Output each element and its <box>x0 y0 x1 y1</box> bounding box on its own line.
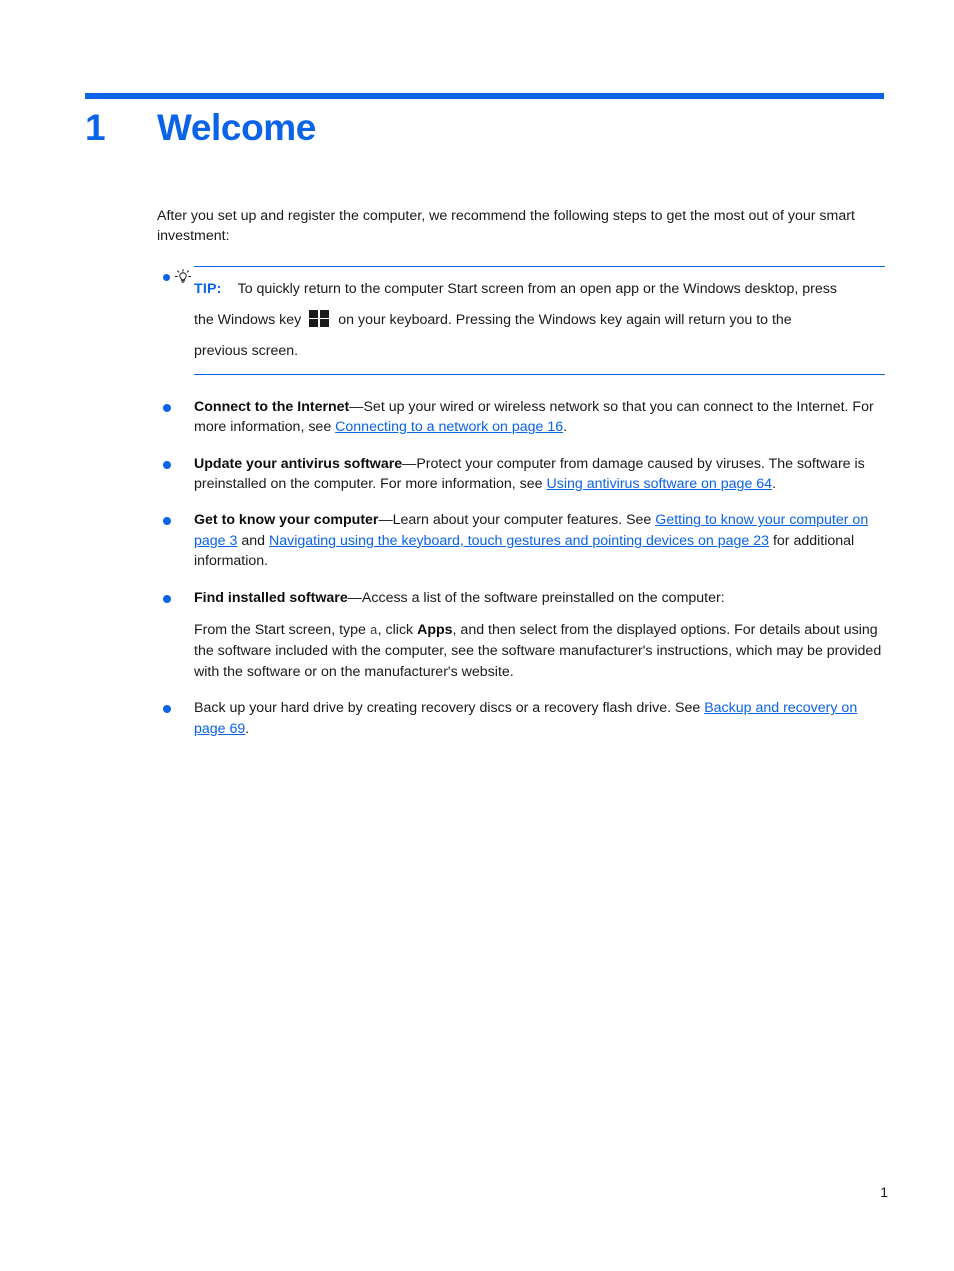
list-item-tail: . <box>245 720 250 737</box>
list-item-body: Back up your hard drive by creating reco… <box>194 700 705 717</box>
cross-reference-link[interactable]: Using antivirus software on page 64 <box>547 476 773 492</box>
list-item-lead: Get to know your computer <box>194 512 379 529</box>
list-item: Get to know your computer—Learn about yo… <box>157 510 887 571</box>
apps-emphasis: Apps <box>417 622 453 639</box>
cross-reference-link[interactable]: Connecting to a network on page 16 <box>335 419 563 435</box>
tip-note-body: TIP: To quickly return to the computer St… <box>194 265 885 375</box>
tip-text-2b: on your keyboard. Pressing the Windows k… <box>338 311 792 328</box>
bullet-icon <box>163 705 171 714</box>
chapter-number: 1 <box>85 107 106 148</box>
tip-text-1: To quickly return to the computer Start … <box>237 280 837 297</box>
list-item: Update your antivirus software—Protect y… <box>157 454 887 495</box>
page-title: Welcome <box>157 107 316 148</box>
list-item-body: —Access a list of the software preinstal… <box>347 589 725 606</box>
bullet-icon <box>163 594 171 603</box>
tip-note: TIP: To quickly return to the computer St… <box>157 265 887 375</box>
bullet-icon <box>163 460 171 469</box>
list-item-text: Back up your hard drive by creating reco… <box>194 698 887 739</box>
document-page: 1 Welcome After you set up and register … <box>0 0 954 1271</box>
list-item: Find installed software—Access a list of… <box>157 588 887 683</box>
list-item-text: Update your antivirus software—Protect y… <box>194 454 887 495</box>
bullet-icon <box>163 517 171 526</box>
list-item: Back up your hard drive by creating reco… <box>157 698 887 739</box>
list-item-body: —Learn about your computer features. See <box>378 512 656 529</box>
tip-note-line-3: previous screen. <box>194 342 299 359</box>
list-item-tail: . <box>563 419 568 436</box>
list-item-lead: Connect to the Internet <box>194 398 350 415</box>
tip-note-line-2: the Windows key on your keyboard. Pressin… <box>194 305 885 336</box>
bullet-icon <box>163 403 171 412</box>
subparagraph-part-1: From the Start screen, type <box>194 622 370 639</box>
list-item-text: Find installed software—Access a list of… <box>194 588 887 608</box>
windows-logo-icon <box>309 309 330 328</box>
note-bullet-icon <box>163 273 170 281</box>
body-content: After you set up and register the comput… <box>157 206 887 739</box>
cross-reference-link-2[interactable]: Navigating using the keyboard, touch ges… <box>269 533 769 549</box>
list-item-text: Connect to the Internet—Set up your wire… <box>194 397 887 438</box>
chapter-heading-rule <box>85 93 884 99</box>
tip-text-2a: the Windows key <box>194 311 302 328</box>
lightbulb-icon <box>174 268 192 286</box>
list-item-lead: Update your antivirus software <box>194 455 403 472</box>
tip-note-line-1: TIP: To quickly return to the computer St… <box>194 274 885 305</box>
list-item-conjunction: and <box>237 532 269 549</box>
intro-paragraph: After you set up and register the comput… <box>157 208 855 245</box>
welcome-steps-list: Connect to the Internet—Set up your wire… <box>157 397 887 739</box>
list-item-subparagraph: From the Start screen, type a, click App… <box>194 620 887 682</box>
list-item-tail: . <box>772 476 777 493</box>
list-item-text: Get to know your computer—Learn about yo… <box>194 510 887 571</box>
list-item-lead: Find installed software <box>194 589 348 606</box>
page-number: 1 <box>880 1184 888 1200</box>
tip-label: TIP: <box>194 280 222 297</box>
list-item: Connect to the Internet—Set up your wire… <box>157 397 887 438</box>
typed-command: a <box>369 623 378 639</box>
subparagraph-part-2: , click <box>377 622 418 639</box>
chapter-heading: 1 Welcome <box>85 104 885 160</box>
